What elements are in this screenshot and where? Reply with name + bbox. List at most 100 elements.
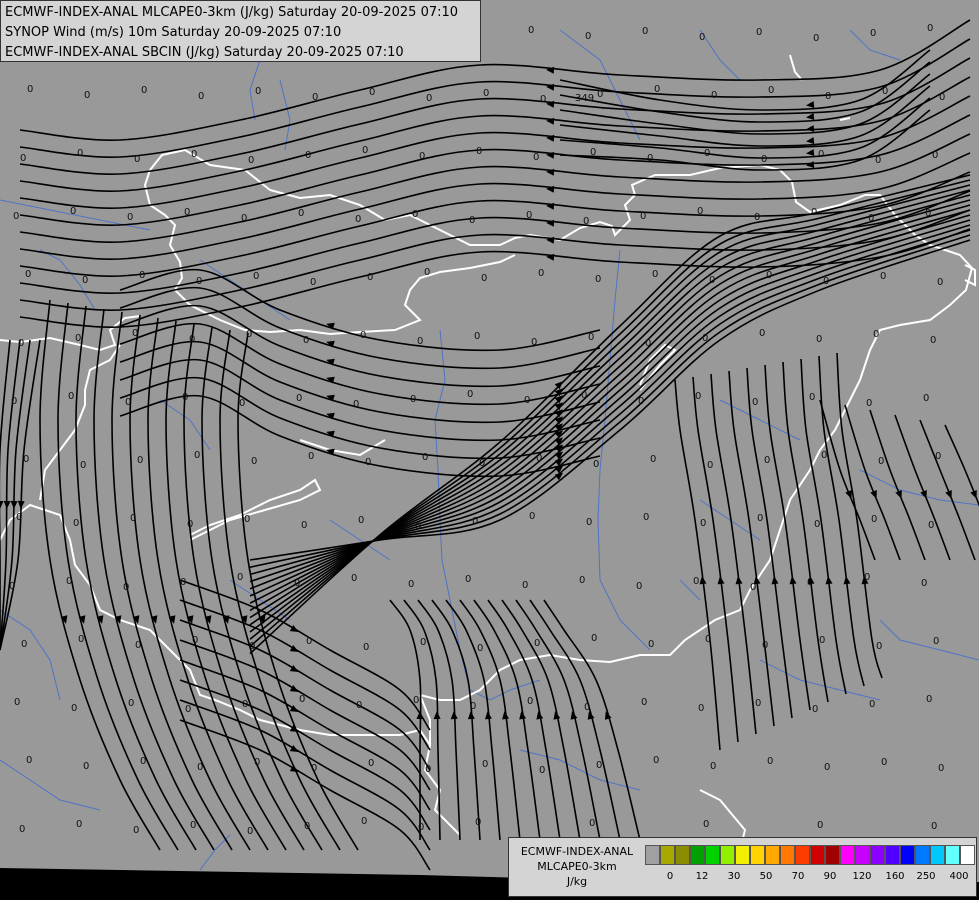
station-value: 0 bbox=[467, 389, 473, 400]
station-value: 0 bbox=[595, 274, 601, 285]
station-value: 0 bbox=[642, 26, 648, 37]
station-value: 0 bbox=[479, 458, 485, 469]
station-value: 0 bbox=[80, 460, 86, 471]
station-value: 0 bbox=[650, 454, 656, 465]
station-value: 0 bbox=[538, 268, 544, 279]
station-value: 0 bbox=[653, 755, 659, 766]
station-value: 0 bbox=[133, 825, 139, 836]
station-value: 0 bbox=[933, 636, 939, 647]
station-value: 0 bbox=[761, 154, 767, 165]
station-value: 0 bbox=[932, 150, 938, 161]
station-value: 0 bbox=[75, 333, 81, 344]
station-value: 0 bbox=[19, 824, 25, 835]
station-value: 0 bbox=[930, 335, 936, 346]
station-value: 0 bbox=[189, 334, 195, 345]
station-value: 0 bbox=[935, 451, 941, 462]
station-value: 0 bbox=[251, 456, 257, 467]
station-value: 0 bbox=[814, 519, 820, 530]
legend-swatch bbox=[915, 845, 930, 865]
header-line-sbcin: ECMWF-INDEX-ANAL SBCIN (J/kg) Saturday 2… bbox=[5, 45, 404, 60]
station-value: 0 bbox=[583, 216, 589, 227]
station-value: 0 bbox=[424, 267, 430, 278]
station-value: 0 bbox=[752, 397, 758, 408]
legend-tick-label: 0 bbox=[666, 871, 674, 882]
station-value: 0 bbox=[482, 759, 488, 770]
station-value: 0 bbox=[931, 821, 937, 832]
station-value: 0 bbox=[581, 390, 587, 401]
station-value: 0 bbox=[483, 88, 489, 99]
station-value: 0 bbox=[363, 642, 369, 653]
station-value: 0 bbox=[296, 393, 302, 404]
station-value: 0 bbox=[878, 456, 884, 467]
station-value: 0 bbox=[68, 391, 74, 402]
station-value: 0 bbox=[654, 84, 660, 95]
station-value: 0 bbox=[248, 155, 254, 166]
station-value: 0 bbox=[306, 636, 312, 647]
legend-swatch bbox=[765, 845, 780, 865]
station-value: 0 bbox=[140, 756, 146, 767]
station-value: 0 bbox=[312, 92, 318, 103]
station-value: 0 bbox=[527, 696, 533, 707]
station-value: 0 bbox=[304, 821, 310, 832]
station-value: 0 bbox=[196, 276, 202, 287]
station-value: 0 bbox=[71, 703, 77, 714]
station-value: 0 bbox=[540, 94, 546, 105]
station-value: 0 bbox=[367, 272, 373, 283]
legend-title-line-1: ECMWF-INDEX-ANAL bbox=[520, 845, 634, 858]
station-value: 0 bbox=[419, 151, 425, 162]
legend-swatch bbox=[900, 845, 915, 865]
legend-tick-label: 30 bbox=[727, 871, 741, 882]
station-value: 0 bbox=[298, 208, 304, 219]
station-value: 0 bbox=[18, 338, 24, 349]
station-value: 0 bbox=[926, 694, 932, 705]
station-value: 0 bbox=[469, 215, 475, 226]
legend-tick-labels: 0 12 30 50 70 90 120 160 250 400 bbox=[645, 871, 975, 887]
station-value: 0 bbox=[481, 273, 487, 284]
station-value: 0 bbox=[524, 395, 530, 406]
header-line-wind: SYNOP Wind (m/s) 10m Saturday 20-09-2025… bbox=[5, 25, 342, 40]
station-value: 0 bbox=[807, 577, 813, 588]
station-value: 0 bbox=[596, 760, 602, 771]
station-value: 0 bbox=[818, 149, 824, 160]
legend-swatch bbox=[960, 845, 975, 865]
station-value: 0 bbox=[16, 512, 22, 523]
station-value: 0 bbox=[534, 638, 540, 649]
station-value: 0 bbox=[368, 758, 374, 769]
station-value: 0 bbox=[870, 28, 876, 39]
legend-swatch bbox=[720, 845, 735, 865]
station-value: 0 bbox=[881, 757, 887, 768]
station-value: 0 bbox=[705, 634, 711, 645]
station-value: 0 bbox=[470, 701, 476, 712]
station-value: 0 bbox=[647, 153, 653, 164]
station-value: 0 bbox=[351, 573, 357, 584]
legend-tick-label: 400 bbox=[949, 871, 969, 882]
station-value: 0 bbox=[700, 518, 706, 529]
station-value: 0 bbox=[83, 761, 89, 772]
station-value: 0 bbox=[310, 277, 316, 288]
station-value: 0 bbox=[868, 213, 874, 224]
station-value: 0 bbox=[755, 698, 761, 709]
station-value: 0 bbox=[645, 338, 651, 349]
station-value: 0 bbox=[757, 513, 763, 524]
station-value: 0 bbox=[529, 511, 535, 522]
station-value: 0 bbox=[244, 514, 250, 525]
station-value: 0 bbox=[356, 700, 362, 711]
station-value: 0 bbox=[472, 516, 478, 527]
station-value: 0 bbox=[76, 819, 82, 830]
station-value: 0 bbox=[246, 329, 252, 340]
station-value: 0 bbox=[413, 695, 419, 706]
station-value: 0 bbox=[531, 337, 537, 348]
station-value: 0 bbox=[239, 398, 245, 409]
station-value: 0 bbox=[813, 33, 819, 44]
map-canvas[interactable]: 0 0 0 0 0 0 0 0 0 0 0 0 0 0 0 0 0 0 0 0 0 0 0 0 0 0 0 0 0 0 0 0 0 0 0 0 0 0 0 0… bbox=[0, 0, 979, 900]
legend-swatch bbox=[750, 845, 765, 865]
station-value: 0 bbox=[640, 211, 646, 222]
station-value: 0 bbox=[21, 639, 27, 650]
legend-color-scale bbox=[645, 845, 975, 865]
station-value: 0 bbox=[584, 702, 590, 713]
station-value: 0 bbox=[418, 822, 424, 833]
legend-swatch bbox=[810, 845, 825, 865]
station-value: 0 bbox=[361, 816, 367, 827]
station-value: 0 bbox=[185, 704, 191, 715]
station-value: 0 bbox=[130, 513, 136, 524]
